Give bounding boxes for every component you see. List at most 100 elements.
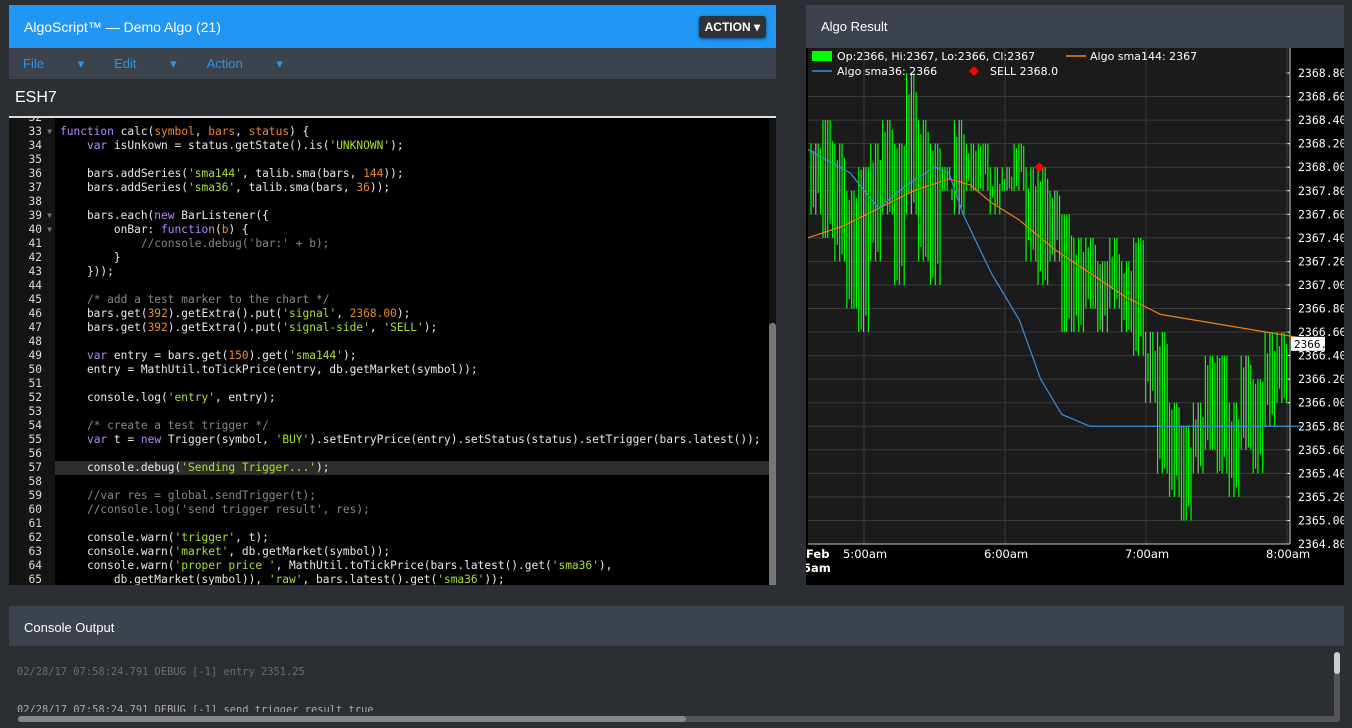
code-line[interactable]: 46 bars.get(392).getExtra().put('signal'…: [9, 307, 776, 321]
code-text: bars.each(new BarListener({: [60, 209, 269, 222]
code-line[interactable]: 57 console.debug('Sending Trigger...');: [9, 461, 776, 475]
line-number: 32: [9, 118, 55, 125]
code-line[interactable]: 43 }));: [9, 265, 776, 279]
editor-scrollbar[interactable]: [769, 118, 776, 585]
code-text: function calc(symbol, bars, status) {: [60, 125, 310, 138]
code-line[interactable]: 48: [9, 335, 776, 349]
menu-edit[interactable]: Edit ▾: [114, 56, 177, 72]
code-line[interactable]: 35: [9, 153, 776, 167]
code-line[interactable]: 34 var isUnkown = status.getState().is('…: [9, 139, 776, 153]
code-line[interactable]: 36 bars.addSeries('sma144', talib.sma(ba…: [9, 167, 776, 181]
x-tick-label: 6:00am: [984, 547, 1028, 561]
sma36-legend-text: Algo sma36: 2366: [837, 65, 937, 78]
code-line[interactable]: 39 ▼ bars.each(new BarListener({: [9, 209, 776, 223]
code-line[interactable]: 51: [9, 377, 776, 391]
chart-panel: Algo Result 2364.80 2365.00 2365.20 2365.40…: [806, 5, 1344, 585]
x-tick-label: 5:00am: [843, 547, 887, 561]
code-editor[interactable]: 32 33 ▼ function calc(symbol, bars, status)…: [9, 116, 776, 585]
line-number: 37: [9, 181, 55, 195]
line-number: 45: [9, 293, 55, 307]
line-number: 40 ▼: [9, 223, 55, 237]
code-line[interactable]: 59 //var res = global.sendTrigger(t);: [9, 489, 776, 503]
code-text: var entry = bars.get(150).get('sma144');: [86, 349, 357, 362]
code-text: }: [60, 251, 121, 264]
code-line[interactable]: 37 bars.addSeries('sma36', talib.sma(bar…: [9, 181, 776, 195]
code-line[interactable]: 56: [9, 447, 776, 461]
code-line[interactable]: 40 ▼ onBar: function(b) {: [9, 223, 776, 237]
code-text: var t = new Trigger(symbol, 'BUY').setEn…: [86, 433, 761, 446]
code-line[interactable]: 53: [9, 405, 776, 419]
line-number: 63: [9, 545, 55, 559]
code-text: bars.get(392).getExtra().put('signal', 2…: [60, 307, 411, 320]
line-number: 46: [9, 307, 55, 321]
code-text: console.warn('proper price ', MathUtil.t…: [60, 559, 613, 572]
code-line[interactable]: 61: [9, 517, 776, 531]
code-line[interactable]: 32: [9, 118, 776, 125]
code-line[interactable]: 49 var entry = bars.get(150).get('sma144…: [9, 349, 776, 363]
console-vscroll-thumb[interactable]: [1334, 652, 1340, 674]
fold-arrow-icon[interactable]: ▼: [47, 125, 52, 139]
line-number: 42: [9, 251, 55, 265]
fold-arrow-icon[interactable]: ▼: [47, 223, 52, 237]
x-tick-label: 7:00am: [1125, 547, 1169, 561]
line-number: 35: [9, 153, 55, 167]
code-text: entry = MathUtil.toTickPrice(entry, db.g…: [60, 363, 478, 376]
console-hscroll-thumb[interactable]: [18, 716, 686, 722]
code-line[interactable]: 38: [9, 195, 776, 209]
sma144-legend-text: Algo sma144: 2367: [1090, 50, 1197, 63]
line-number: 49: [9, 349, 55, 363]
ohlc-legend-swatch: [812, 51, 832, 61]
y-tick-label: 2366.20: [1298, 372, 1344, 386]
code-line[interactable]: 45 /* add a test marker to the chart */: [9, 293, 776, 307]
code-text: //var res = global.sendTrigger(t);: [86, 489, 316, 502]
line-number: 53: [9, 405, 55, 419]
y-tick-label: 2367.20: [1298, 254, 1344, 268]
fold-arrow-icon[interactable]: ▼: [47, 209, 52, 223]
code-line[interactable]: 44: [9, 279, 776, 293]
code-line[interactable]: 47 bars.get(392).getExtra().put('signal-…: [9, 321, 776, 335]
y-tick-label: 2365.00: [1298, 513, 1344, 527]
code-line[interactable]: 55 var t = new Trigger(symbol, 'BUY').se…: [9, 433, 776, 447]
console-title: Console Output: [9, 606, 1344, 646]
ohlc-legend-text: Op:2366, Hi:2367, Lo:2366, Cl:2367: [837, 50, 1035, 63]
console-line-partial: 02/28/17 07:58:24.791 DEBUG [-1] entry 2…: [17, 666, 305, 678]
y-tick-label: 2368.20: [1298, 137, 1344, 151]
y-tick-label: 2368.60: [1298, 90, 1344, 104]
price-chart[interactable]: 2364.802365.002365.202365.402365.602365.…: [806, 48, 1344, 585]
action-dropdown-button[interactable]: ACTION ▾: [698, 15, 766, 38]
code-line[interactable]: 58: [9, 475, 776, 489]
console-output: 02/28/17 07:58:24.791 DEBUG [-1] entry 2…: [9, 646, 1344, 712]
date-label: Feb: [806, 547, 829, 561]
line-number: 50: [9, 363, 55, 377]
y-tick-label: 2367.80: [1298, 184, 1344, 198]
code-line[interactable]: 63 console.warn('market', db.getMarket(s…: [9, 545, 776, 559]
code-line[interactable]: 33 ▼ function calc(symbol, bars, status) {: [9, 125, 776, 139]
line-number: 62: [9, 531, 55, 545]
menu-file[interactable]: File ▾: [23, 56, 84, 72]
code-line[interactable]: 60 //console.log('send trigger result', …: [9, 503, 776, 517]
code-line[interactable]: 62 console.warn('trigger', t);: [9, 531, 776, 545]
code-line[interactable]: 50 entry = MathUtil.toTickPrice(entry, d…: [9, 363, 776, 377]
code-line[interactable]: 64 console.warn('proper price ', MathUti…: [9, 559, 776, 573]
line-number: 33 ▼: [9, 125, 55, 139]
code-line[interactable]: 65 db.getMarket(symbol)), 'raw', bars.la…: [9, 573, 776, 585]
menu-action[interactable]: Action ▾: [207, 56, 283, 72]
editor-header: AlgoScript™ — Demo Algo (21) ACTION ▾: [9, 5, 776, 48]
line-number: 36: [9, 167, 55, 181]
line-number: 48: [9, 335, 55, 349]
code-text: /* add a test marker to the chart */: [86, 293, 330, 306]
code-line[interactable]: 52 console.log('entry', entry);: [9, 391, 776, 405]
code-line[interactable]: 54 /* create a test trigger */: [9, 419, 776, 433]
code-text: //console.debug('bar:' + b);: [140, 237, 330, 250]
code-line[interactable]: 42 }: [9, 251, 776, 265]
editor-scroll-thumb[interactable]: [769, 323, 776, 585]
code-text: console.warn('trigger', t);: [60, 531, 269, 544]
line-number: 64: [9, 559, 55, 573]
line-number: 65: [9, 573, 55, 585]
line-number: 51: [9, 377, 55, 391]
code-line[interactable]: 41 //console.debug('bar:' + b);: [9, 237, 776, 251]
